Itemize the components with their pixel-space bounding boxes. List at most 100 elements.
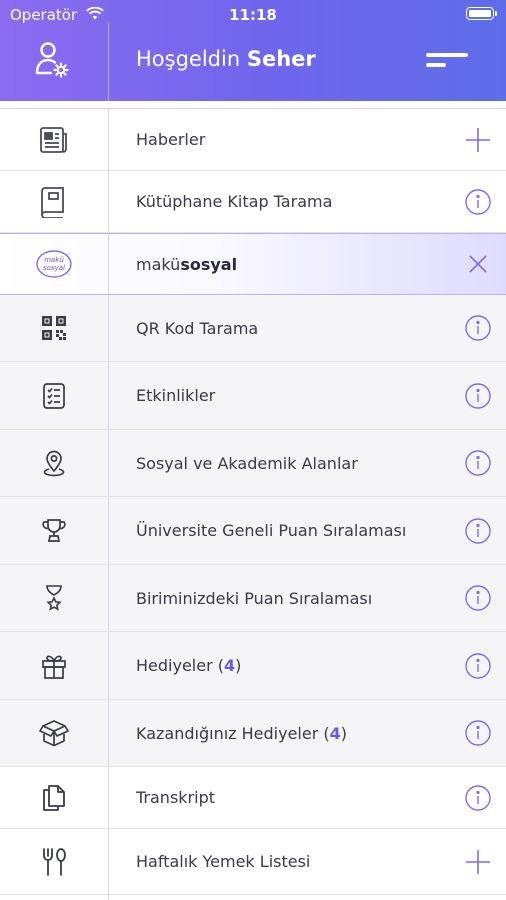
info-icon [465,517,491,544]
info-icon [465,585,491,611]
info-icon [465,450,491,476]
info-button[interactable] [464,314,492,342]
book-icon [41,186,64,218]
info-icon [465,652,491,679]
menu-item-hediyeler[interactable]: Hediyeler (4) [0,632,506,700]
star-glass-icon [46,585,62,611]
menu-item-label: Sosyal ve Akademik Alanlar [136,453,358,473]
menu-item-kutuphane[interactable]: Kütüphane Kitap Tarama [0,171,506,233]
info-button[interactable] [464,584,492,612]
status-time: 11:18 [229,6,277,24]
makusosyal-logo-icon: makü sosyal [36,250,72,278]
menu-button[interactable] [426,48,470,74]
battery-icon [466,7,497,20]
info-icon [465,188,491,215]
icon-cell [0,700,108,766]
row-divider [108,829,109,894]
menu-item-label: Kütüphane Kitap Tarama [136,192,333,211]
menu-item-haberler[interactable]: Haberler [0,109,506,171]
info-button[interactable] [464,382,492,410]
row-divider [108,430,109,496]
row-divider [108,632,109,699]
info-button[interactable] [464,719,492,747]
menu-item-transkript[interactable]: Transkript [0,767,506,829]
icon-cell [0,767,108,828]
plus-icon [466,127,490,152]
row-divider [108,497,109,564]
label-text-end: ) [340,723,348,743]
label-sosyal: sosyal [180,254,238,274]
menu-item-universite[interactable]: Üniversite Geneli Puan Sıralaması [0,497,506,565]
menu-item-qr[interactable]: QR Kod Tarama [0,295,506,362]
status-bar: Operatör 11:18 [0,0,506,30]
menu-item-alanlar[interactable]: Sosyal ve Akademik Alanlar [0,430,506,497]
add-button[interactable] [464,848,492,876]
plus-icon [466,849,490,874]
info-button[interactable] [464,188,492,216]
row-divider [108,362,109,429]
row-divider [108,565,109,631]
gift-count-badge: 4 [329,723,341,743]
menu-item-label: Haberler [136,130,206,149]
user-name: Seher [246,47,316,71]
page-title: Hoşgeldin Seher [136,47,316,71]
qr-code-icon [42,316,66,340]
logo-text-maku: makü [44,256,64,264]
menu-item-etkinlikler[interactable]: Etkinlikler [0,362,506,430]
icon-cell [0,829,108,894]
logo-text-sosyal: sosyal [43,264,65,272]
menu-item-label: QR Kod Tarama [136,318,259,338]
menu-icon-bar [426,53,468,57]
label-text: Kazandığınız Hediyeler ( [136,723,330,743]
open-box-icon [39,720,69,747]
row-divider [108,700,109,766]
fork-spoon-icon [43,847,66,876]
icon-cell [0,497,108,564]
close-button[interactable] [464,250,492,278]
info-button[interactable] [464,449,492,477]
row-divider [108,109,109,170]
menu-list: Haberler Kütüphane Kitap Tarama makü sos… [0,109,506,895]
info-button[interactable] [464,652,492,680]
row-divider [108,171,109,232]
menu-item-yemek[interactable]: Haftalık Yemek Listesi [0,829,506,895]
menu-item-label: Etkinlikler [136,386,216,405]
menu-item-makusosyal[interactable]: makü sosyal makü sosyal [0,233,506,295]
icon-cell [0,295,108,361]
menu-item-label: Biriminizdeki Puan Sıralaması [136,588,373,608]
menu-item-label: Haftalık Yemek Listesi [136,852,311,871]
icon-cell [0,632,108,699]
info-icon [465,784,491,811]
label-text: Hediyeler ( [136,656,224,675]
icon-cell [0,362,108,429]
trophy-icon [42,518,66,542]
user-settings-button[interactable] [34,40,74,84]
gift-icon [42,654,66,679]
checklist-icon [43,382,65,409]
label-text-end: ) [235,656,242,675]
row-divider [108,893,109,900]
menu-item-birim[interactable]: Biriminizdeki Puan Sıralaması [0,565,506,632]
menu-item-label: Kazandığınız Hediyeler (4) [136,700,347,766]
info-icon [465,315,491,341]
icon-cell [0,171,108,232]
header-divider [108,22,109,101]
icon-cell [0,565,108,631]
row-divider [108,295,109,361]
location-pin-icon [43,450,65,477]
menu-item-label: Transkript [136,788,215,807]
icon-cell [0,109,108,170]
info-icon [465,720,491,746]
documents-icon [43,784,65,811]
menu-item-kazandiginiz[interactable]: Kazandığınız Hediyeler (4) [0,700,506,767]
user-settings-icon [35,42,69,78]
row-divider [108,767,109,828]
add-button[interactable] [464,126,492,154]
info-button[interactable] [464,517,492,545]
info-button[interactable] [464,784,492,812]
gift-count-badge: 4 [223,656,236,675]
icon-cell [0,430,108,496]
menu-icon-bar [426,63,446,67]
newspaper-icon [40,126,67,153]
label-maku: makü [136,254,181,274]
